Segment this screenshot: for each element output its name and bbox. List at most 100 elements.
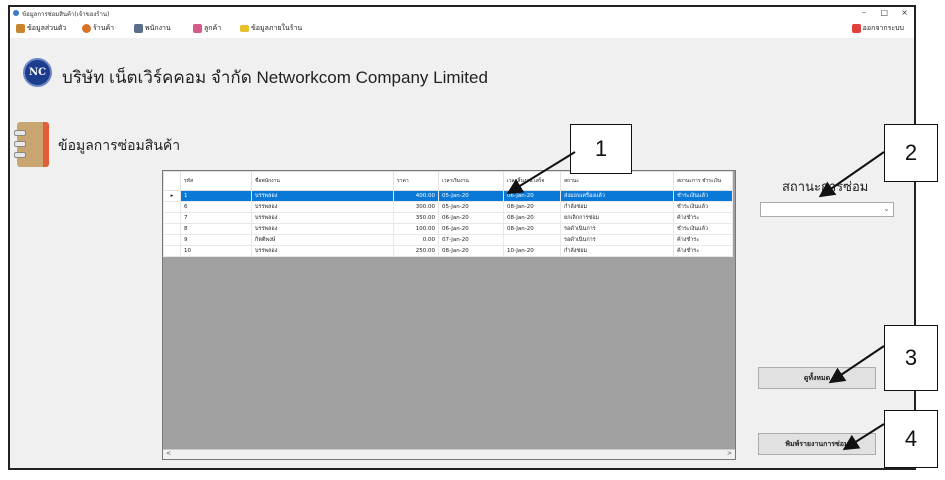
cell-end[interactable]: 08-Jan-20 (503, 223, 561, 235)
cell-end[interactable]: 06-Jan-20 (503, 190, 561, 202)
cell-id[interactable]: 1 (180, 190, 252, 202)
cell-payment[interactable]: ชำระเงินแล้ว (673, 223, 733, 235)
scroll-right-arrow[interactable]: > (727, 450, 732, 457)
cell-price[interactable]: 400.00 (393, 190, 439, 202)
cell-price[interactable]: 100.00 (393, 223, 439, 235)
row-header (163, 245, 181, 257)
menu-logout-label: ออกจากระบบ (862, 24, 904, 32)
cell-employee[interactable]: บรรพลอง (251, 212, 394, 224)
scroll-left-arrow[interactable]: < (166, 450, 171, 457)
company-name: บริษัท เน็ตเวิร์คคอม จำกัด Networkcom Co… (62, 68, 488, 87)
cell-id[interactable]: 6 (180, 201, 252, 213)
cell-status[interactable]: ยกเลิกการซ่อม (560, 212, 674, 224)
menu-employee-label: พนักงาน (145, 24, 171, 32)
cell-payment[interactable]: ชำระเงินแล้ว (673, 190, 733, 202)
cell-end[interactable]: 10-Jan-20 (503, 245, 561, 257)
minimize-button[interactable]: – (862, 8, 866, 17)
show-all-button[interactable]: ดูทั้งหมด (758, 367, 876, 389)
section-title: ข้อมูลการซ่อมสินค้า (58, 137, 181, 153)
col-header-employee[interactable]: ชื่อพนักงาน (251, 171, 394, 191)
menu-internal-label: ข้อมูลภายในร้าน (251, 24, 303, 32)
col-header-payment[interactable]: สถานะการ ชำระเงิน (673, 171, 733, 191)
shop-icon (82, 24, 91, 33)
table-row[interactable]: 7 บรรพลอง 350.00 06-Jan-20 08-Jan-20 ยกเ… (163, 212, 733, 224)
horizontal-scrollbar[interactable]: < > (163, 449, 735, 459)
cell-end[interactable]: 08-Jan-20 (503, 212, 561, 224)
col-header-id[interactable]: รหัส (180, 171, 252, 191)
col-header-end[interactable]: เวลาสิ้นงาน เสร็จ (503, 171, 561, 191)
menu-logout[interactable]: ออกจากระบบ (851, 23, 904, 34)
cell-employee[interactable]: บรรพลอง (251, 245, 394, 257)
table-row[interactable]: 8 บรรพลอง 100.00 06-Jan-20 08-Jan-20 รอด… (163, 223, 733, 235)
cell-employee[interactable]: กิตติพงษ์ (251, 234, 394, 246)
callout-1: 1 (570, 124, 632, 174)
table-row[interactable]: 10 บรรพลอง 250.00 08-Jan-20 10-Jan-20 กำ… (163, 245, 733, 257)
col-header-start[interactable]: เวลาเริ่มงาน (438, 171, 504, 191)
table-row[interactable]: 9 กิตติพงษ์ 0.00 07-Jan-20 รอดำเนินการ ค… (163, 234, 733, 246)
cell-id[interactable]: 8 (180, 223, 252, 235)
row-pointer: ▸ (163, 190, 181, 202)
cell-start[interactable]: 06-Jan-20 (438, 212, 504, 224)
menu-profile-label: ข้อมูลส่วนตัว (27, 24, 67, 32)
app-window: ข้อมูลการซ่อมสินค้า(เจ้าของร้าน) – □ × ข… (8, 5, 916, 470)
cell-employee[interactable]: บรรพลอง (251, 223, 394, 235)
table-row[interactable]: ▸ 1 บรรพลอง 400.00 05-Jan-20 06-Jan-20 ส… (163, 190, 733, 202)
cell-start[interactable]: 08-Jan-20 (438, 245, 504, 257)
menu-customer[interactable]: ลูกค้า (193, 23, 221, 34)
cell-price[interactable]: 350.00 (393, 212, 439, 224)
callout-4: 4 (884, 410, 938, 468)
cell-status[interactable]: รอดำเนินการ (560, 234, 674, 246)
print-report-button[interactable]: พิมพ์รายงานการซ่อม (758, 433, 876, 455)
cell-employee[interactable]: บรรพลอง (251, 201, 394, 213)
cell-price[interactable]: 250.00 (393, 245, 439, 257)
title-bar: ข้อมูลการซ่อมสินค้า(เจ้าของร้าน) – □ × (10, 7, 914, 20)
customer-icon (193, 24, 202, 33)
cell-status[interactable]: ส่งมอบเครื่องแล้ว (560, 190, 674, 202)
exit-icon (851, 24, 861, 33)
col-header-status[interactable]: สถานะ (560, 171, 674, 191)
table-row[interactable]: 6 บรรพลอง 300.00 05-Jan-20 08-Jan-20 กำล… (163, 201, 733, 213)
cell-status[interactable]: กำลังซ่อม (560, 245, 674, 257)
menu-customer-label: ลูกค้า (204, 24, 222, 32)
cell-price[interactable]: 0.00 (393, 234, 439, 246)
maximize-button[interactable]: □ (880, 8, 888, 17)
cell-end[interactable]: 08-Jan-20 (503, 201, 561, 213)
col-header-price[interactable]: ราคา (393, 171, 439, 191)
company-logo: NC (23, 58, 52, 87)
employee-icon (134, 24, 143, 33)
cell-id[interactable]: 7 (180, 212, 252, 224)
person-icon (16, 24, 25, 33)
cell-start[interactable]: 06-Jan-20 (438, 223, 504, 235)
cell-start[interactable]: 05-Jan-20 (438, 201, 504, 213)
cell-payment[interactable]: ค้างชำระ (673, 245, 733, 257)
cell-status[interactable]: รอดำเนินการ (560, 223, 674, 235)
close-button[interactable]: × (901, 8, 908, 17)
cell-id[interactable]: 10 (180, 245, 252, 257)
book-icon (14, 122, 49, 167)
menu-profile[interactable]: ข้อมูลส่วนตัว (16, 23, 66, 34)
cell-status[interactable]: กำลังซ่อม (560, 201, 674, 213)
menu-shop[interactable]: ร้านค้า (82, 23, 114, 34)
menu-employee[interactable]: พนักงาน (134, 23, 171, 34)
row-header (163, 212, 181, 224)
cell-payment[interactable]: ค้างชำระ (673, 212, 733, 224)
cell-payment[interactable]: ค้างชำระ (673, 234, 733, 246)
cell-start[interactable]: 07-Jan-20 (438, 234, 504, 246)
app-icon (13, 10, 19, 16)
cell-start[interactable]: 05-Jan-20 (438, 190, 504, 202)
row-header (163, 201, 181, 213)
cell-employee[interactable]: บรรพลอง (251, 190, 394, 202)
row-header (163, 234, 181, 246)
repair-data-grid[interactable]: รหัส ชื่อพนักงาน ราคา เวลาเริ่มงาน เวลาส… (162, 170, 736, 460)
window-title: ข้อมูลการซ่อมสินค้า(เจ้าของร้าน) (22, 11, 110, 18)
cell-payment[interactable]: ชำระเงินแล้ว (673, 201, 733, 213)
cell-price[interactable]: 300.00 (393, 201, 439, 213)
status-filter-label: สถานะการซ่อม (782, 179, 869, 194)
callout-3: 3 (884, 325, 938, 391)
status-filter-dropdown[interactable]: ⌄ (760, 202, 894, 217)
cell-end[interactable] (503, 234, 561, 246)
chevron-down-icon: ⌄ (883, 204, 890, 213)
repair-table: รหัส ชื่อพนักงาน ราคา เวลาเริ่มงาน เวลาส… (163, 171, 733, 257)
cell-id[interactable]: 9 (180, 234, 252, 246)
menu-internal[interactable]: ข้อมูลภายในร้าน (240, 23, 302, 34)
